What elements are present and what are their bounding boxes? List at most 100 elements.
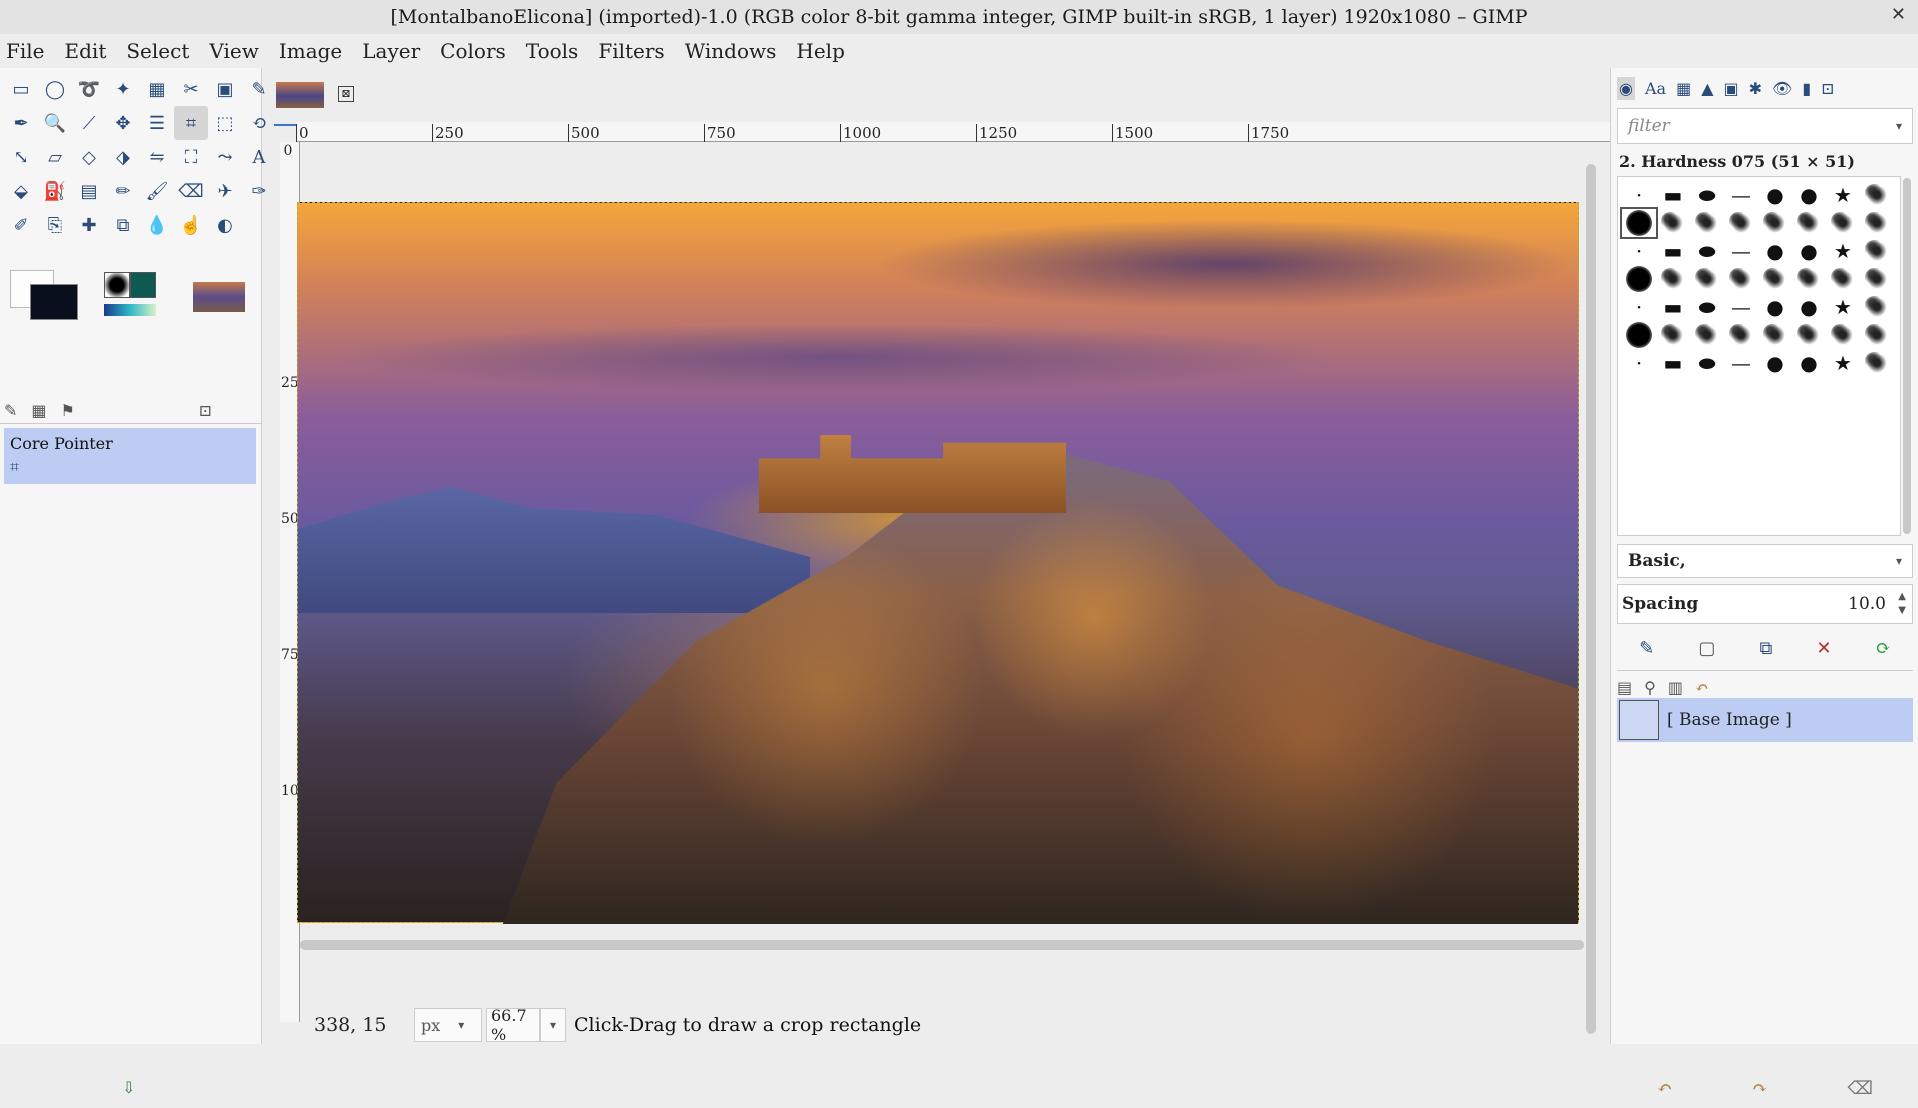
eraser-icon[interactable]: ⌫ (174, 174, 208, 208)
blur-icon[interactable]: 💧 (140, 208, 174, 242)
tag-select[interactable]: Basic, ▾ (1617, 544, 1913, 578)
brush-preset-icon[interactable]: ● (1792, 181, 1826, 209)
bucket-fill-icon[interactable]: ⛽ (38, 174, 72, 208)
symmetry-tab-icon[interactable]: 👁 (1772, 79, 1792, 98)
brush-preset-icon[interactable]: ● (1758, 349, 1792, 377)
gradient-icon[interactable]: ▤ (72, 174, 106, 208)
menu-help[interactable]: Help (796, 39, 844, 63)
brush-preset-icon[interactable] (1860, 293, 1894, 321)
layers-tab-icon[interactable]: ▤ (1617, 678, 1632, 697)
scissors-icon[interactable]: ✂ (174, 72, 208, 106)
brush-preset-icon[interactable]: · (1622, 237, 1656, 265)
brush-preset-icon[interactable] (1622, 321, 1656, 349)
configure-tab-icon[interactable]: ⊡ (1821, 79, 1834, 98)
image-canvas[interactable] (297, 202, 1579, 924)
brush-scrollbar[interactable] (1903, 178, 1911, 534)
brush-preset-icon[interactable] (1792, 209, 1826, 237)
zoom-dropdown-icon[interactable]: ▾ (540, 1008, 566, 1042)
brush-preset-icon[interactable]: ▬ (1656, 237, 1690, 265)
paths-tab-icon[interactable]: ▥ (1668, 678, 1683, 697)
brush-preset-icon[interactable] (1622, 265, 1656, 293)
brush-preset-icon[interactable] (1826, 265, 1860, 293)
menu-layer[interactable]: Layer (362, 39, 420, 63)
brushes-tab-icon[interactable]: ◉ (1617, 76, 1635, 100)
active-image-thumbnail[interactable] (193, 282, 245, 312)
undo-tab-icon[interactable]: ⚑ (61, 401, 75, 420)
brush-preset-icon[interactable]: ● (1792, 349, 1826, 377)
edit-brush-icon[interactable]: ✎ (1639, 638, 1654, 659)
delete-brush-icon[interactable]: ✕ (1817, 638, 1832, 659)
brush-preset-icon[interactable]: ▬ (1656, 181, 1690, 209)
brush-preset-icon[interactable] (1860, 349, 1894, 377)
save-device-icon[interactable]: ⇩ (122, 1078, 135, 1097)
brush-preset-icon[interactable]: ⬬ (1690, 237, 1724, 265)
close-image-icon[interactable]: ⊠ (338, 86, 354, 102)
measure-icon[interactable]: ⟋ (72, 106, 106, 140)
paintbrush-icon[interactable]: 🖌 (140, 174, 174, 208)
redo-icon[interactable]: ↷ (1752, 1078, 1767, 1108)
zoom-icon[interactable]: 🔍 (38, 106, 72, 140)
brush-preset-icon[interactable] (1860, 237, 1894, 265)
warp-icon[interactable]: ⤳ (208, 140, 242, 174)
smudge-icon[interactable]: ☝ (174, 208, 208, 242)
menu-windows[interactable]: Windows (685, 39, 777, 63)
brush-preset-icon[interactable] (1792, 321, 1826, 349)
brush-preset-icon[interactable]: ★ (1826, 181, 1860, 209)
spacing-slider[interactable]: Spacing 10.0 ▲ ▼ (1617, 584, 1913, 624)
images-tab-icon[interactable]: ▣ (1724, 79, 1739, 98)
brush-preset-icon[interactable] (1656, 321, 1690, 349)
scale-icon[interactable]: ⤡ (4, 140, 38, 174)
histogram-tab-icon[interactable]: ▲ (1701, 79, 1713, 98)
fuzzy-select-icon[interactable]: ✦ (106, 72, 140, 106)
brush-grid[interactable]: · ▬ ⬬ — ● ● ★ · ▬ ⬬ — ● ● ★ · ▬ ⬬ — ● ● ★ · ▬ ⬬ — ● ● ★ (1617, 176, 1901, 536)
menu-file[interactable]: File (6, 39, 45, 63)
menu-tools[interactable]: Tools (526, 39, 579, 63)
brush-preset-icon[interactable] (1826, 321, 1860, 349)
brush-preset-icon[interactable] (1690, 209, 1724, 237)
gradients-tab-icon[interactable]: ▮ (1802, 79, 1811, 98)
select-by-color-icon[interactable]: ▦ (140, 72, 174, 106)
brush-preset-icon[interactable]: ● (1758, 181, 1792, 209)
pattern-preview[interactable] (130, 272, 156, 298)
chevron-down-icon[interactable]: ▾ (1896, 119, 1902, 133)
brush-preset-icon[interactable]: ▬ (1656, 293, 1690, 321)
brush-preset-icon[interactable] (1724, 265, 1758, 293)
flip-icon[interactable]: ⇋ (140, 140, 174, 174)
crop-icon[interactable]: ⌗ (174, 106, 208, 140)
history-item[interactable]: [ Base Image ] (1617, 698, 1913, 742)
image-tab-thumbnail[interactable] (276, 82, 324, 108)
mypaint-brush-icon[interactable]: ✐ (4, 208, 38, 242)
horizontal-scrollbar[interactable] (300, 940, 1584, 950)
new-brush-icon[interactable]: ▢ (1698, 638, 1715, 659)
horizontal-ruler[interactable]: 0 250 500 750 1000 1250 1500 1750 (296, 122, 1610, 142)
zoom-input[interactable]: 66.7 % (486, 1006, 540, 1044)
undo-icon[interactable]: ↶ (1657, 1078, 1672, 1108)
brush-preset-icon[interactable] (1758, 209, 1792, 237)
airbrush-icon[interactable]: ✈ (208, 174, 242, 208)
close-icon[interactable]: ✕ (1891, 4, 1906, 25)
rect-select-icon[interactable]: ▭ (4, 72, 38, 106)
brush-preset-icon[interactable] (1860, 181, 1894, 209)
brush-preset-icon[interactable] (1860, 265, 1894, 293)
move-icon[interactable]: ✥ (106, 106, 140, 140)
chevron-down-icon[interactable]: ▾ (1896, 554, 1902, 568)
channels-tab-icon[interactable]: ⚲ (1644, 678, 1656, 697)
clear-history-icon[interactable]: ⌫ (1847, 1078, 1872, 1108)
menu-filters[interactable]: Filters (598, 39, 664, 63)
configure-tab-icon[interactable]: ⊡ (199, 401, 212, 420)
brush-preset-icon[interactable]: ★ (1826, 349, 1860, 377)
brush-preset-icon[interactable]: — (1724, 181, 1758, 209)
brush-preset-icon[interactable] (1724, 321, 1758, 349)
refresh-brushes-icon[interactable]: ⟳ (1876, 638, 1891, 659)
menu-image[interactable]: Image (279, 39, 342, 63)
brush-preset-icon[interactable] (1656, 209, 1690, 237)
unified-transform-icon[interactable]: ⬚ (208, 106, 242, 140)
brush-preset-icon[interactable]: ● (1792, 237, 1826, 265)
duplicate-brush-icon[interactable]: ⧉ (1760, 638, 1773, 659)
brush-preset-icon[interactable] (1656, 265, 1690, 293)
brush-preset-icon[interactable]: ★ (1826, 293, 1860, 321)
shear-icon[interactable]: ▱ (38, 140, 72, 174)
menu-select[interactable]: Select (126, 39, 189, 63)
brush-preset-icon[interactable]: ★ (1826, 237, 1860, 265)
brush-preset-icon[interactable]: · (1622, 349, 1656, 377)
